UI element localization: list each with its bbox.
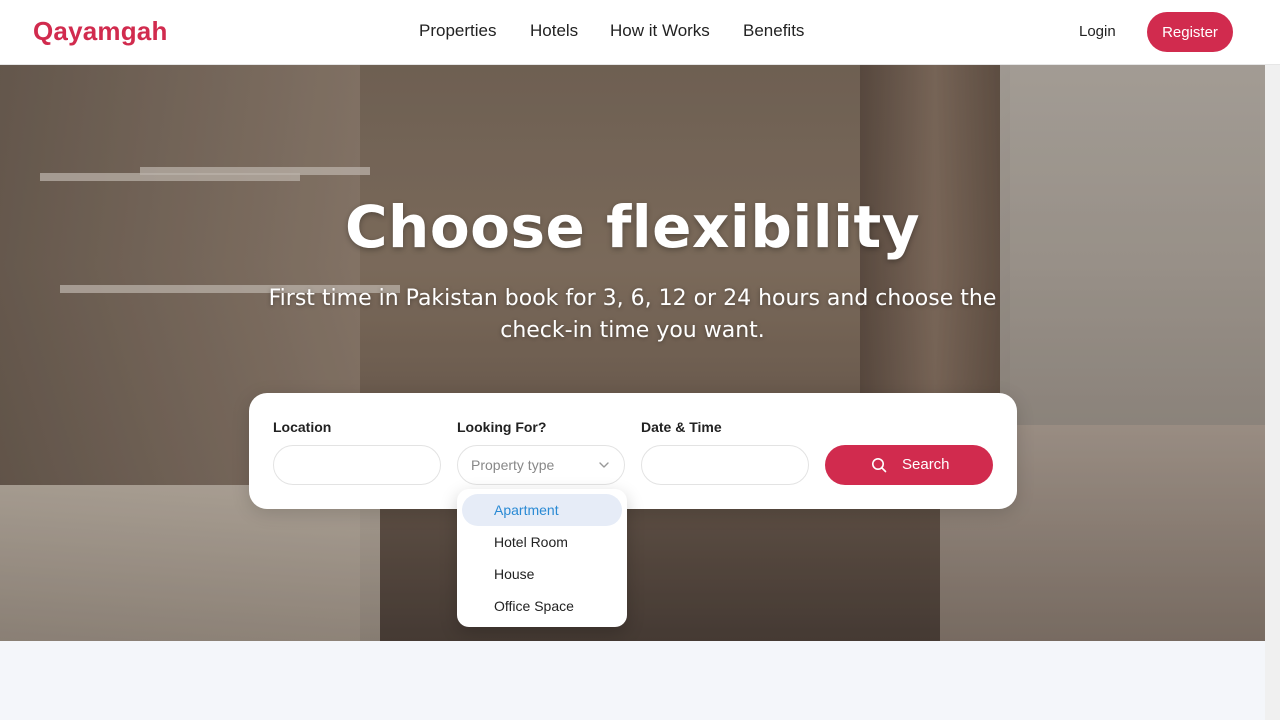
content-section — [0, 641, 1265, 720]
datetime-input[interactable] — [642, 446, 808, 484]
nav-item-benefits[interactable]: Benefits — [743, 21, 804, 41]
dropdown-option-apartment[interactable]: Apartment — [462, 494, 622, 526]
nav-item-hotels[interactable]: Hotels — [530, 21, 578, 41]
hero-section: Choose flexibility First time in Pakista… — [0, 65, 1265, 641]
hero-subtitle: First time in Pakistan book for 3, 6, 12… — [268, 286, 997, 343]
search-icon — [872, 458, 887, 473]
hero-title: Choose flexibility — [344, 193, 921, 261]
property-type-placeholder: Property type — [471, 457, 555, 473]
datetime-field-wrapper — [641, 445, 809, 485]
login-link[interactable]: Login — [1079, 23, 1116, 40]
property-type-select[interactable]: Property type — [457, 445, 625, 485]
location-field-wrapper — [273, 445, 441, 485]
location-label: Location — [273, 419, 332, 435]
property-type-dropdown: Apartment Hotel Room House Office Space — [457, 489, 627, 627]
dropdown-option-house[interactable]: House — [462, 558, 622, 590]
nav-item-properties[interactable]: Properties — [419, 21, 496, 41]
nav-item-how-it-works[interactable]: How it Works — [610, 21, 710, 41]
search-button[interactable]: Search — [825, 445, 993, 485]
page-scrollbar[interactable] — [1265, 65, 1280, 720]
datetime-label: Date & Time — [641, 419, 722, 435]
looking-for-label: Looking For? — [457, 419, 547, 435]
dropdown-option-hotel-room[interactable]: Hotel Room — [462, 526, 622, 558]
location-input[interactable] — [274, 446, 440, 484]
chevron-down-icon — [599, 462, 609, 468]
search-card: Location Looking For? Property type Date… — [249, 393, 1017, 509]
search-button-label: Search — [902, 456, 950, 473]
register-button[interactable]: Register — [1147, 12, 1233, 52]
dropdown-option-office-space[interactable]: Office Space — [462, 590, 622, 622]
site-header: Qayamgah Properties Hotels How it Works … — [0, 0, 1280, 65]
hero-overlay — [0, 65, 1265, 641]
